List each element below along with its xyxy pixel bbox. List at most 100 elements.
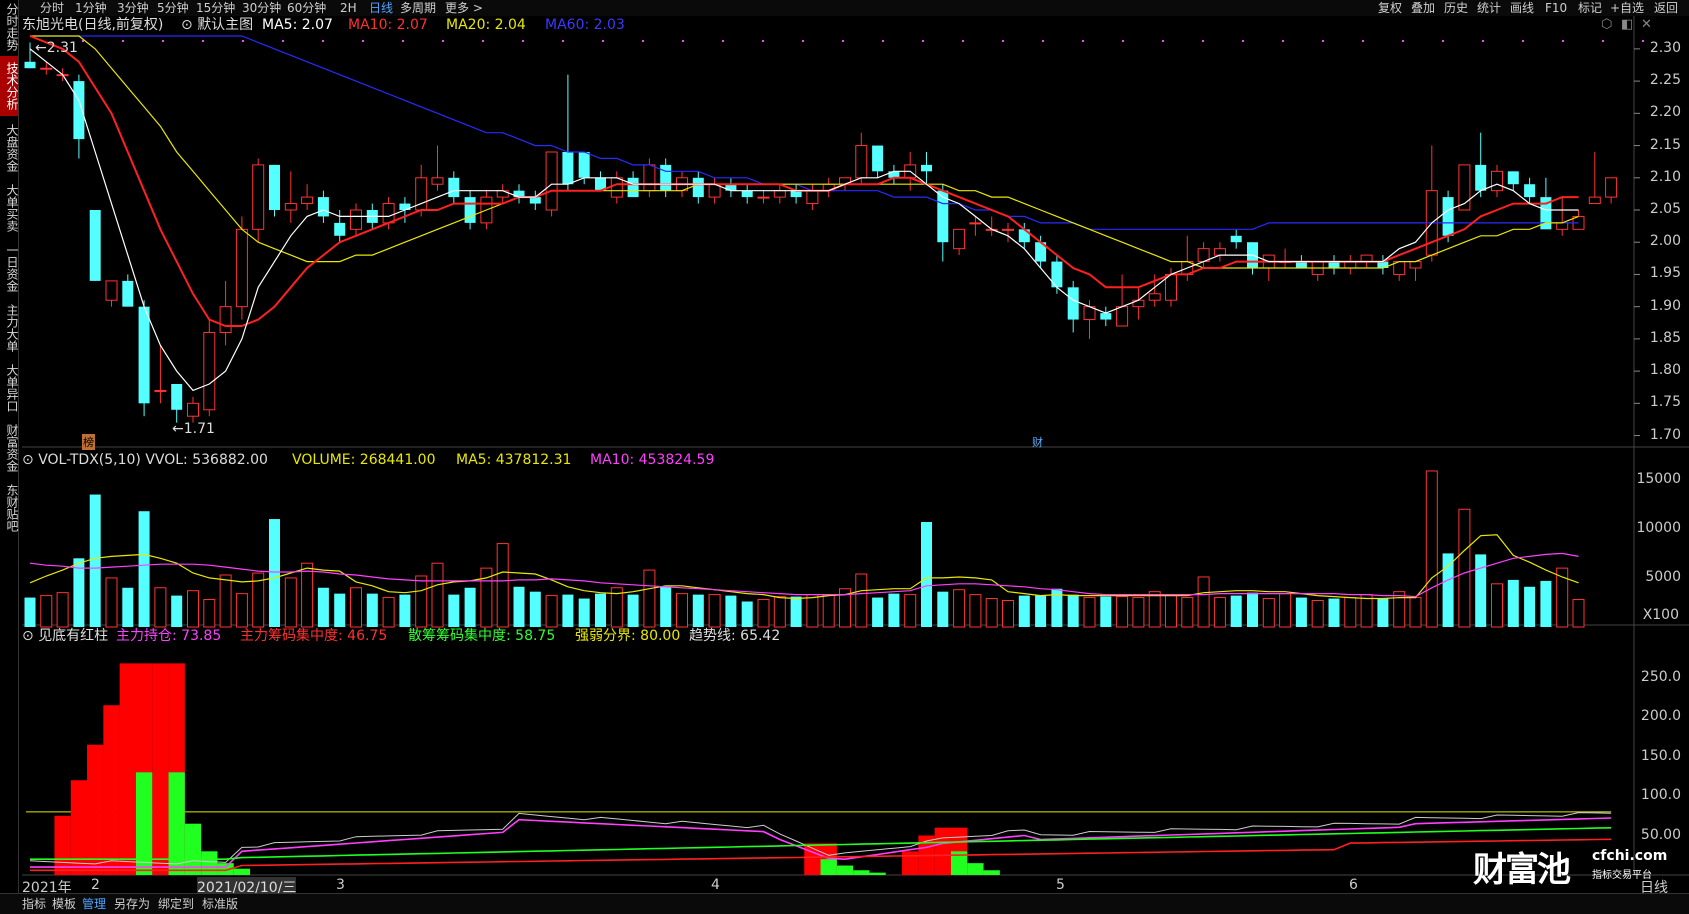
candle-body	[1605, 177, 1618, 198]
candle-body	[773, 190, 786, 198]
candle-body	[969, 222, 982, 225]
volume-bar	[790, 596, 802, 627]
settings-icon[interactable]: ⬡	[1601, 16, 1612, 34]
price-tick-label: 2.30	[1649, 39, 1681, 56]
signal-dot	[1242, 40, 1244, 42]
volume-bar	[1100, 596, 1112, 627]
candle-body	[1475, 164, 1487, 191]
candle-body	[1360, 254, 1373, 263]
bottom-tab-manage[interactable]: 管理	[82, 894, 106, 914]
volume-bar	[708, 594, 721, 628]
candle-body	[1165, 273, 1177, 301]
candle-body	[872, 145, 884, 172]
candle-body	[1100, 313, 1112, 320]
stock-chart[interactable]	[0, 0, 1689, 893]
bottom-tab-indicator[interactable]: 指标	[22, 894, 46, 914]
volume-bar	[1083, 597, 1096, 628]
volume-bar	[562, 594, 574, 627]
volume-bar	[757, 599, 770, 628]
candle-body	[855, 145, 868, 179]
candle-body	[464, 197, 476, 223]
ma20-line	[30, 35, 1579, 269]
volume-bar	[1572, 599, 1585, 628]
volume-bar	[529, 591, 541, 627]
red-column	[87, 744, 104, 875]
green-column	[853, 870, 870, 875]
bottom-tab-standard[interactable]: 标准版	[202, 894, 238, 914]
volume-bar	[969, 594, 982, 628]
volume-bar	[382, 597, 395, 628]
signal-dot	[1202, 40, 1204, 42]
stock-title: 东旭光电(日线,前复权)	[22, 17, 164, 33]
indicator-retail-conc: 散筹筹码集中度: 58.75	[408, 628, 556, 644]
x-label-jun: 6	[1349, 877, 1358, 893]
restore-icon[interactable]: ◧	[1621, 16, 1633, 34]
signal-dot	[1362, 40, 1364, 42]
volume-bar	[415, 575, 428, 628]
finance-marker[interactable]: 财	[1032, 434, 1043, 450]
candle-body	[692, 177, 704, 198]
volume-bar	[1295, 597, 1307, 627]
price-tick-label: 1.70	[1649, 426, 1681, 443]
volume-title: ⊙ VOL-TDX(5,10) VVOL: 536882.00	[22, 452, 268, 468]
bottom-tab-template[interactable]: 模板	[52, 894, 76, 914]
volume-bar	[203, 599, 216, 628]
bottom-tab-save-as[interactable]: 另存为	[114, 894, 150, 914]
candle-body	[235, 228, 248, 308]
signal-dot	[1522, 40, 1524, 42]
green-column	[201, 851, 218, 875]
rank-marker[interactable]: 榜	[82, 434, 95, 450]
volume-bar	[1213, 597, 1226, 628]
candle-body	[219, 306, 232, 333]
volume-bar	[741, 601, 753, 627]
candle-body	[741, 190, 753, 198]
volume-bar	[692, 594, 704, 627]
candle-body	[317, 197, 329, 217]
volume-tick-label: 10000	[1636, 519, 1681, 536]
volume-bar	[872, 597, 884, 627]
close-icon[interactable]: ✕	[1641, 16, 1652, 34]
volume-bar	[1507, 579, 1519, 627]
watermark-slogan: 指标交易平台	[1592, 870, 1652, 881]
volume-bar	[1311, 600, 1324, 628]
volume-bar	[1262, 598, 1275, 628]
signal-dot	[1282, 40, 1284, 42]
ma60-legend: MA60: 2.03	[545, 17, 625, 33]
volume-bar	[1247, 592, 1258, 627]
low-price-label: ←1.71	[172, 421, 215, 437]
indicator-tick-label: 100.0	[1640, 787, 1681, 804]
volume-bar	[985, 598, 998, 628]
indicator-tick-label: 150.0	[1640, 747, 1681, 764]
price-tick-label: 1.90	[1649, 297, 1681, 314]
volume-bar	[627, 594, 639, 627]
template-selector[interactable]: ⊙ 默认主图	[181, 16, 253, 34]
ma5-legend: MA5: 2.07	[262, 17, 333, 33]
volume-tick-label: 15000	[1636, 470, 1681, 487]
indicator-tick-label: 200.0	[1640, 708, 1681, 725]
candle-body	[73, 81, 85, 140]
volume-bar	[806, 594, 819, 628]
candle-body	[1507, 171, 1519, 185]
candle-body	[382, 203, 395, 224]
volume-bar	[1425, 470, 1438, 628]
volume-bar	[56, 592, 69, 628]
signal-dot	[322, 40, 324, 42]
volume-bar	[1067, 594, 1079, 627]
volume-bar	[888, 593, 900, 627]
candle-body	[448, 177, 460, 198]
signal-dot	[282, 40, 284, 42]
volume-bar	[1458, 508, 1471, 628]
volume-bar	[1360, 594, 1373, 628]
x-label-apr: 4	[711, 877, 720, 893]
volume-bar	[24, 597, 36, 627]
bottom-tab-bind[interactable]: 绑定到	[158, 894, 194, 914]
ma20-legend: MA20: 2.04	[446, 17, 526, 33]
volume-bar	[855, 573, 868, 628]
green-column	[869, 872, 886, 875]
volume-bar	[1035, 595, 1047, 627]
ma10-legend: MA10: 2.07	[348, 17, 428, 33]
candle-body	[203, 331, 216, 411]
signal-dot	[1562, 40, 1564, 42]
red-column	[902, 851, 919, 875]
candle-body	[1524, 184, 1536, 198]
